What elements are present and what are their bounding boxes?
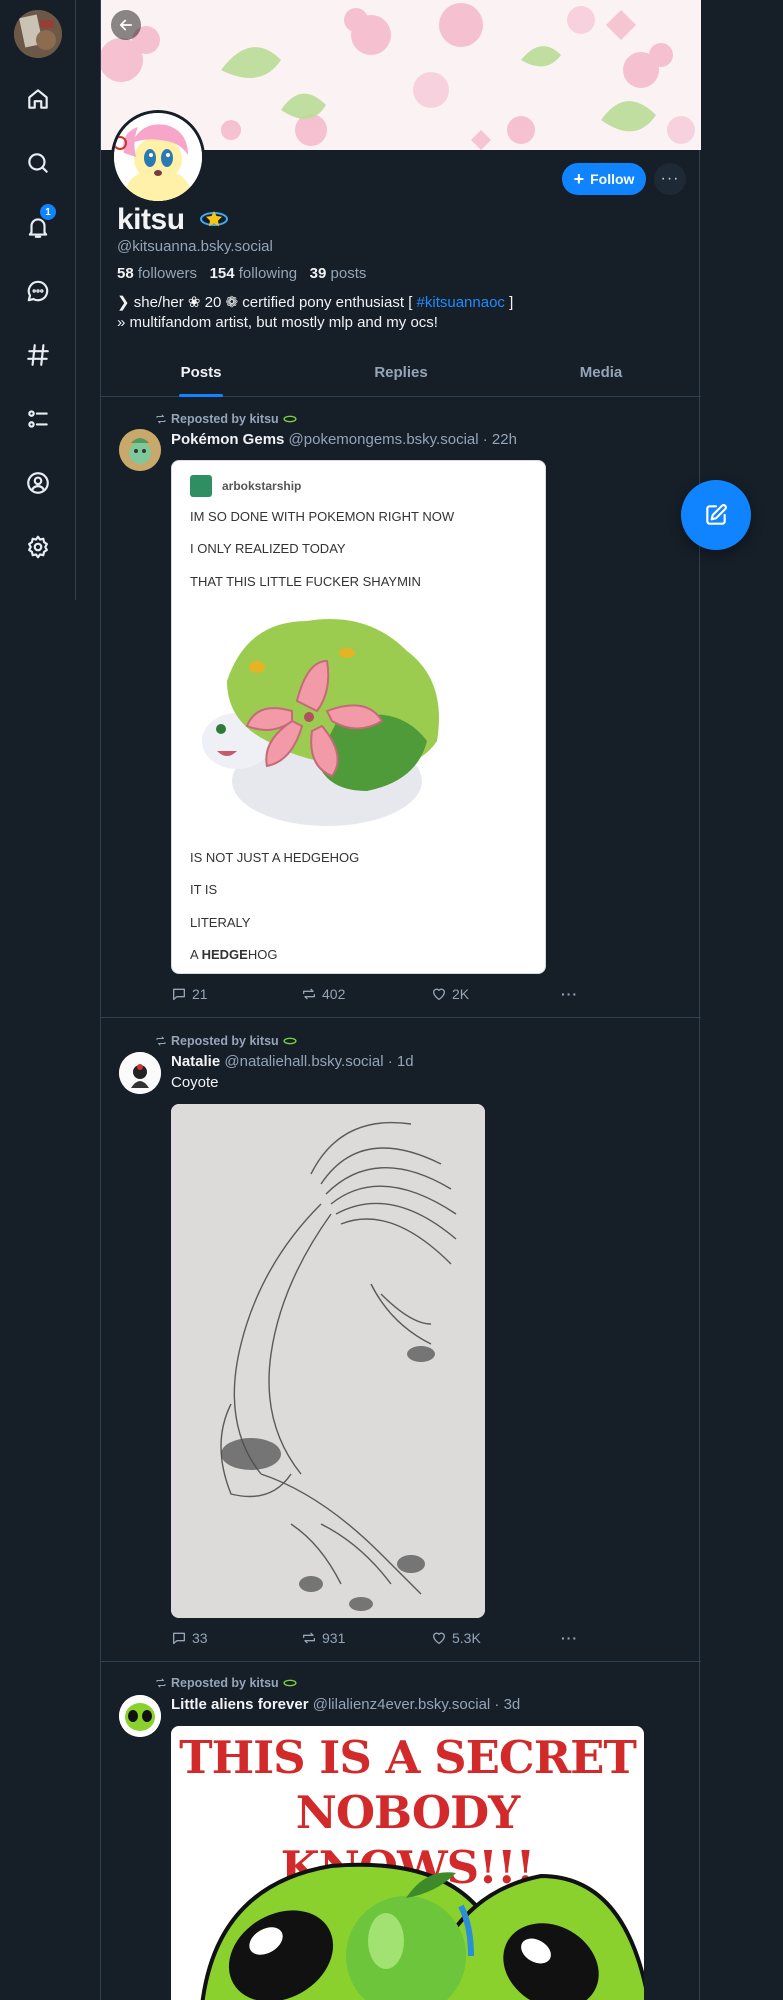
feed-post[interactable]: Reposted by kitsu Natalie @nataliehall.b… — [101, 1018, 701, 1662]
back-button[interactable] — [111, 10, 141, 40]
plus-icon: + — [573, 169, 585, 189]
avatar[interactable] — [119, 429, 161, 471]
gear-icon — [28, 535, 48, 559]
compose-icon — [706, 504, 727, 525]
profile-display-name: kitsu — [117, 203, 185, 236]
nav-search[interactable] — [18, 143, 58, 183]
repost-icon — [303, 1632, 315, 1644]
like-button[interactable]: 5.3K — [431, 1630, 481, 1646]
halo-star-emoji-icon — [283, 415, 297, 423]
coyote-drawing — [171, 1104, 485, 1618]
notification-badge: 1 — [40, 204, 56, 220]
halo-star-emoji-icon — [200, 211, 228, 227]
post-actions: 33 931 5.3K ··· — [171, 1630, 591, 1650]
image-text-line: IS NOT JUST A HEDGEHOG — [190, 850, 360, 865]
repost-icon — [156, 1036, 166, 1046]
post-image[interactable]: arbokstarship IM SO DONE WITH POKEMON RI… — [171, 460, 546, 974]
image-text-line: I ONLY REALIZED TODAY — [190, 541, 346, 556]
post-more-button[interactable]: ··· — [561, 1630, 578, 1646]
repost-button[interactable]: 402 — [301, 986, 345, 1002]
nav-home[interactable] — [18, 79, 58, 119]
more-icon: ··· — [660, 170, 680, 187]
follow-label: Follow — [590, 171, 635, 187]
image-text-line: IT IS — [190, 882, 218, 897]
nav-feeds[interactable] — [18, 335, 58, 375]
hashtag-icon — [27, 344, 49, 366]
image-text-line: A HEDGEHOG — [190, 947, 278, 962]
current-user-avatar[interactable] — [14, 10, 62, 58]
reply-icon — [173, 1632, 185, 1644]
post-author[interactable]: Natalie — [171, 1053, 220, 1070]
profile-bio: ❯ she/her ❀ 20 ❁ certified pony enthusia… — [117, 294, 514, 331]
reply-icon — [173, 988, 185, 1000]
reply-button[interactable]: 33 — [171, 1630, 208, 1646]
avatar[interactable] — [119, 1052, 161, 1094]
alien-apple-illustration — [200, 1862, 644, 2000]
followers-link[interactable]: 58 followers — [117, 265, 197, 282]
lists-icon — [28, 410, 48, 428]
repost-indicator: Reposted by kitsu — [155, 1676, 297, 1690]
post-author[interactable]: Pokémon Gems — [171, 431, 284, 448]
feed-post[interactable]: Reposted by kitsu Pokémon Gems @pokemong… — [101, 397, 701, 1018]
following-link[interactable]: 154 following — [210, 265, 298, 282]
post-more-button[interactable]: ··· — [561, 986, 578, 1002]
nav-profile[interactable] — [18, 463, 58, 503]
feed-post[interactable]: Reposted by kitsu Little aliens forever … — [101, 1662, 701, 2000]
nav-lists[interactable] — [18, 399, 58, 439]
follow-button[interactable]: + Follow — [562, 163, 646, 195]
image-text-line: IM SO DONE WITH POKEMON RIGHT NOW — [190, 509, 455, 524]
post-header: Pokémon Gems @pokemongems.bsky.social · … — [171, 431, 517, 448]
posts-count: 39 posts — [309, 265, 367, 282]
repost-icon — [303, 988, 315, 1000]
post-actions: 21 402 2K ··· — [171, 986, 591, 1006]
bio-hashtag-link[interactable]: #kitsuannaoc — [417, 294, 505, 311]
post-image[interactable]: THIS IS A SECRET NOBODY KNOWS!!! — [171, 1726, 644, 2000]
post-header: Natalie @nataliehall.bsky.social · 1d — [171, 1053, 414, 1070]
reply-button[interactable]: 21 — [171, 986, 208, 1002]
left-nav: 1 — [0, 0, 76, 600]
post-header: Little aliens forever @lilalienz4ever.bs… — [171, 1696, 521, 1713]
profile-tabs: Posts Replies Media — [101, 352, 701, 397]
nav-chat[interactable] — [18, 271, 58, 311]
compose-button[interactable] — [681, 480, 751, 550]
search-icon — [28, 153, 48, 173]
profile-column: + Follow ··· kitsu @kitsuanna.bsky.socia… — [100, 0, 701, 2000]
repost-icon — [156, 1678, 166, 1688]
post-author[interactable]: Little aliens forever — [171, 1696, 309, 1713]
profile-avatar[interactable] — [111, 110, 205, 204]
avatar[interactable] — [119, 1695, 161, 1737]
profile-handle: @kitsuanna.bsky.social — [117, 238, 273, 255]
halo-star-emoji-icon — [283, 1679, 297, 1687]
image-text-line: THAT THIS LITTLE FUCKER SHAYMIN — [190, 574, 421, 589]
profile-stats: 58 followers 154 following 39 posts — [117, 265, 366, 282]
tumblr-avatar — [190, 475, 212, 497]
repost-icon — [156, 414, 166, 424]
tumblr-header: arbokstarship — [190, 475, 301, 497]
repost-indicator: Reposted by kitsu — [155, 1034, 297, 1048]
tab-posts[interactable]: Posts — [101, 352, 301, 396]
tab-media[interactable]: Media — [501, 352, 701, 396]
like-button[interactable]: 2K — [431, 986, 469, 1002]
chat-icon — [27, 280, 49, 302]
post-image[interactable] — [171, 1104, 485, 1618]
repost-button[interactable]: 931 — [301, 1630, 345, 1646]
heart-icon — [433, 1632, 445, 1644]
shaymin-illustration — [202, 619, 439, 826]
heart-icon — [433, 988, 445, 1000]
post-text: Coyote — [171, 1074, 219, 1091]
nav-notifications[interactable]: 1 — [18, 204, 58, 247]
repost-indicator: Reposted by kitsu — [155, 412, 297, 426]
image-text-line: LITERALY — [190, 915, 251, 930]
profile-icon — [27, 472, 49, 494]
arrow-left-icon — [119, 19, 133, 31]
halo-star-emoji-icon — [283, 1037, 297, 1045]
profile-more-button[interactable]: ··· — [654, 163, 686, 195]
tab-replies[interactable]: Replies — [301, 352, 501, 396]
home-icon — [28, 89, 48, 109]
nav-settings[interactable] — [18, 527, 58, 567]
